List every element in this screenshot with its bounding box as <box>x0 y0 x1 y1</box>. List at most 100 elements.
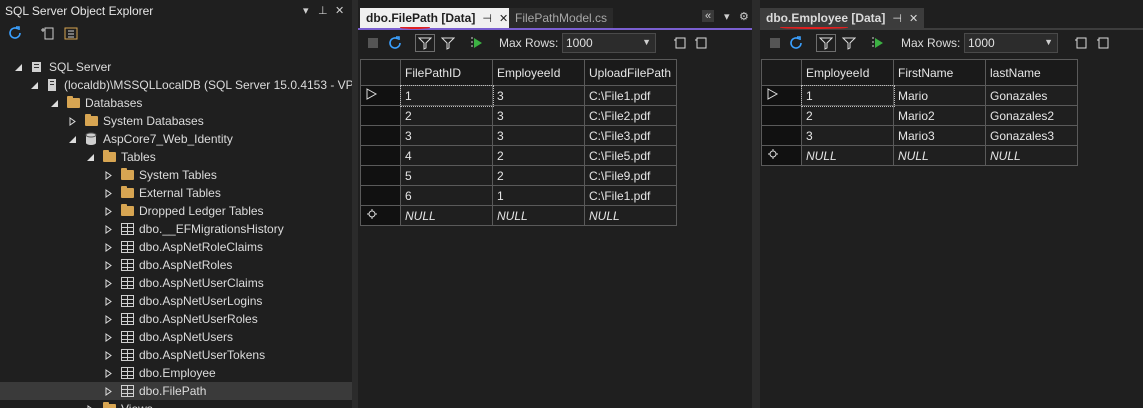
collapsed-arrow-icon[interactable] <box>102 385 114 397</box>
pin-icon[interactable]: ⊥ <box>318 4 328 17</box>
table-cell[interactable]: 6 <box>400 185 493 206</box>
row-selector[interactable] <box>360 85 401 106</box>
refresh-data-icon[interactable] <box>386 34 404 52</box>
table-row[interactable]: 1 Mario Gonazales <box>761 84 1078 107</box>
column-header[interactable]: EmployeeId <box>492 59 585 86</box>
window-menu-dropdown-icon[interactable]: ▾ <box>303 4 309 17</box>
row-selector[interactable] <box>761 125 802 146</box>
table-cell[interactable]: 3 <box>801 125 894 146</box>
grid-corner[interactable] <box>761 59 802 86</box>
null-cell[interactable]: NULL <box>985 145 1078 166</box>
table-cell[interactable]: C:\File1.pdf <box>584 185 677 206</box>
row-selector[interactable] <box>360 125 401 146</box>
table-cell[interactable]: C:\File9.pdf <box>584 165 677 186</box>
expanded-arrow-icon[interactable] <box>66 133 78 145</box>
table-row[interactable]: 3 Mario3 Gonazales3 <box>761 125 1078 146</box>
row-selector[interactable] <box>360 165 401 186</box>
collapsed-arrow-icon[interactable] <box>102 331 114 343</box>
column-header[interactable]: lastName <box>985 59 1078 86</box>
table-cell[interactable]: Mario <box>893 85 986 106</box>
new-row[interactable]: NULL NULL NULL <box>360 205 677 226</box>
table-cell[interactable]: Gonazales <box>985 85 1078 106</box>
table-cell[interactable]: 3 <box>492 125 585 146</box>
table-cell[interactable]: 2 <box>801 105 894 126</box>
tree-item[interactable]: (localdb)\MSSQLLocalDB (SQL Server 15.0.… <box>0 76 352 94</box>
table-row[interactable]: 1 3 C:\File1.pdf <box>360 84 677 107</box>
tab-filepath-data[interactable]: dbo.FilePath [Data] ⊣ ✕ <box>360 8 515 28</box>
table-cell[interactable]: 1 <box>800 84 895 107</box>
employee-data-grid[interactable]: EmployeeId FirstName lastName 1 Mario Gonazal… <box>761 59 1078 166</box>
tree-item[interactable]: AspCore7_Web_Identity <box>0 130 352 148</box>
tree-item[interactable]: dbo.AspNetUsers <box>0 328 352 346</box>
add-sql-server-icon[interactable] <box>38 24 56 42</box>
table-cell[interactable]: C:\File1.pdf <box>584 85 677 106</box>
grid-corner[interactable] <box>360 59 401 86</box>
max-rows-select[interactable]: 1000 ▼ <box>964 33 1058 53</box>
null-cell[interactable]: NULL <box>400 205 493 226</box>
collapsed-arrow-icon[interactable] <box>102 241 114 253</box>
run-script-icon[interactable] <box>869 34 887 52</box>
table-cell[interactable]: C:\File5.pdf <box>584 145 677 166</box>
export-icon[interactable] <box>692 34 710 52</box>
tree-item[interactable]: dbo.AspNetUserTokens <box>0 346 352 364</box>
filepath-data-grid[interactable]: FilePathID EmployeeId UploadFilePath 1 3 C:\F… <box>360 59 677 226</box>
table-cell[interactable]: Gonazales2 <box>985 105 1078 126</box>
table-cell[interactable]: 1 <box>399 84 494 107</box>
table-cell[interactable]: 3 <box>492 85 585 106</box>
collapsed-arrow-icon[interactable] <box>102 295 114 307</box>
collapsed-arrow-icon[interactable] <box>102 169 114 181</box>
tree-item[interactable]: System Tables <box>0 166 352 184</box>
stop-icon[interactable] <box>768 34 782 52</box>
row-selector[interactable] <box>761 145 802 166</box>
collapsed-arrow-icon[interactable] <box>102 205 114 217</box>
column-header[interactable]: FilePathID <box>400 59 493 86</box>
collapsed-arrow-icon[interactable] <box>84 403 96 408</box>
null-cell[interactable]: NULL <box>584 205 677 226</box>
collapsed-arrow-icon[interactable] <box>102 277 114 289</box>
tree-item[interactable]: dbo.__EFMigrationsHistory <box>0 220 352 238</box>
row-selector[interactable] <box>761 105 802 126</box>
table-cell[interactable]: Mario3 <box>893 125 986 146</box>
tree-item[interactable]: dbo.AspNetUserLogins <box>0 292 352 310</box>
expanded-arrow-icon[interactable] <box>12 61 24 73</box>
tree-item[interactable]: Databases <box>0 94 352 112</box>
max-rows-select[interactable]: 1000 ▼ <box>562 33 656 53</box>
table-cell[interactable]: 1 <box>492 185 585 206</box>
tab-employee-data[interactable]: dbo.Employee [Data] ⊣ ✕ <box>760 8 925 28</box>
table-row[interactable]: 4 2 C:\File5.pdf <box>360 145 677 166</box>
collapsed-arrow-icon[interactable] <box>66 115 78 127</box>
tree-item[interactable]: Dropped Ledger Tables <box>0 202 352 220</box>
table-cell[interactable]: C:\File2.pdf <box>584 105 677 126</box>
expanded-arrow-icon[interactable] <box>84 151 96 163</box>
run-script-icon[interactable] <box>468 34 486 52</box>
script-icon[interactable] <box>671 34 689 52</box>
expanded-arrow-icon[interactable] <box>30 79 39 91</box>
apply-filter-icon[interactable] <box>816 34 836 52</box>
collapsed-arrow-icon[interactable] <box>102 259 114 271</box>
table-cell[interactable]: 3 <box>492 105 585 126</box>
table-cell[interactable]: Gonazales3 <box>985 125 1078 146</box>
tree-item[interactable]: System Databases <box>0 112 352 130</box>
table-cell[interactable]: 5 <box>400 165 493 186</box>
column-header[interactable]: UploadFilePath <box>584 59 677 86</box>
row-selector[interactable] <box>360 105 401 126</box>
collapsed-arrow-icon[interactable] <box>102 349 114 361</box>
table-cell[interactable]: Mario2 <box>893 105 986 126</box>
table-cell[interactable]: 2 <box>492 145 585 166</box>
tree-item[interactable]: SQL Server <box>0 58 352 76</box>
tree-item[interactable]: dbo.AspNetRoles <box>0 256 352 274</box>
collapsed-arrow-icon[interactable] <box>102 223 114 235</box>
close-icon[interactable]: ✕ <box>335 4 344 17</box>
refresh-icon[interactable] <box>6 24 24 42</box>
pin-tab-icon[interactable]: ⊣ <box>482 12 492 25</box>
tab-overflow-icon[interactable]: « <box>702 10 715 22</box>
table-row[interactable]: 6 1 C:\File1.pdf <box>360 185 677 206</box>
tree-item[interactable]: Tables <box>0 148 352 166</box>
tree-item[interactable]: External Tables <box>0 184 352 202</box>
table-cell[interactable]: 3 <box>400 125 493 146</box>
collapsed-arrow-icon[interactable] <box>102 187 114 199</box>
row-selector[interactable] <box>761 85 802 106</box>
tree-item[interactable]: dbo.FilePath <box>0 382 352 400</box>
filter-icon[interactable] <box>439 34 457 52</box>
table-row[interactable]: 2 3 C:\File2.pdf <box>360 105 677 126</box>
